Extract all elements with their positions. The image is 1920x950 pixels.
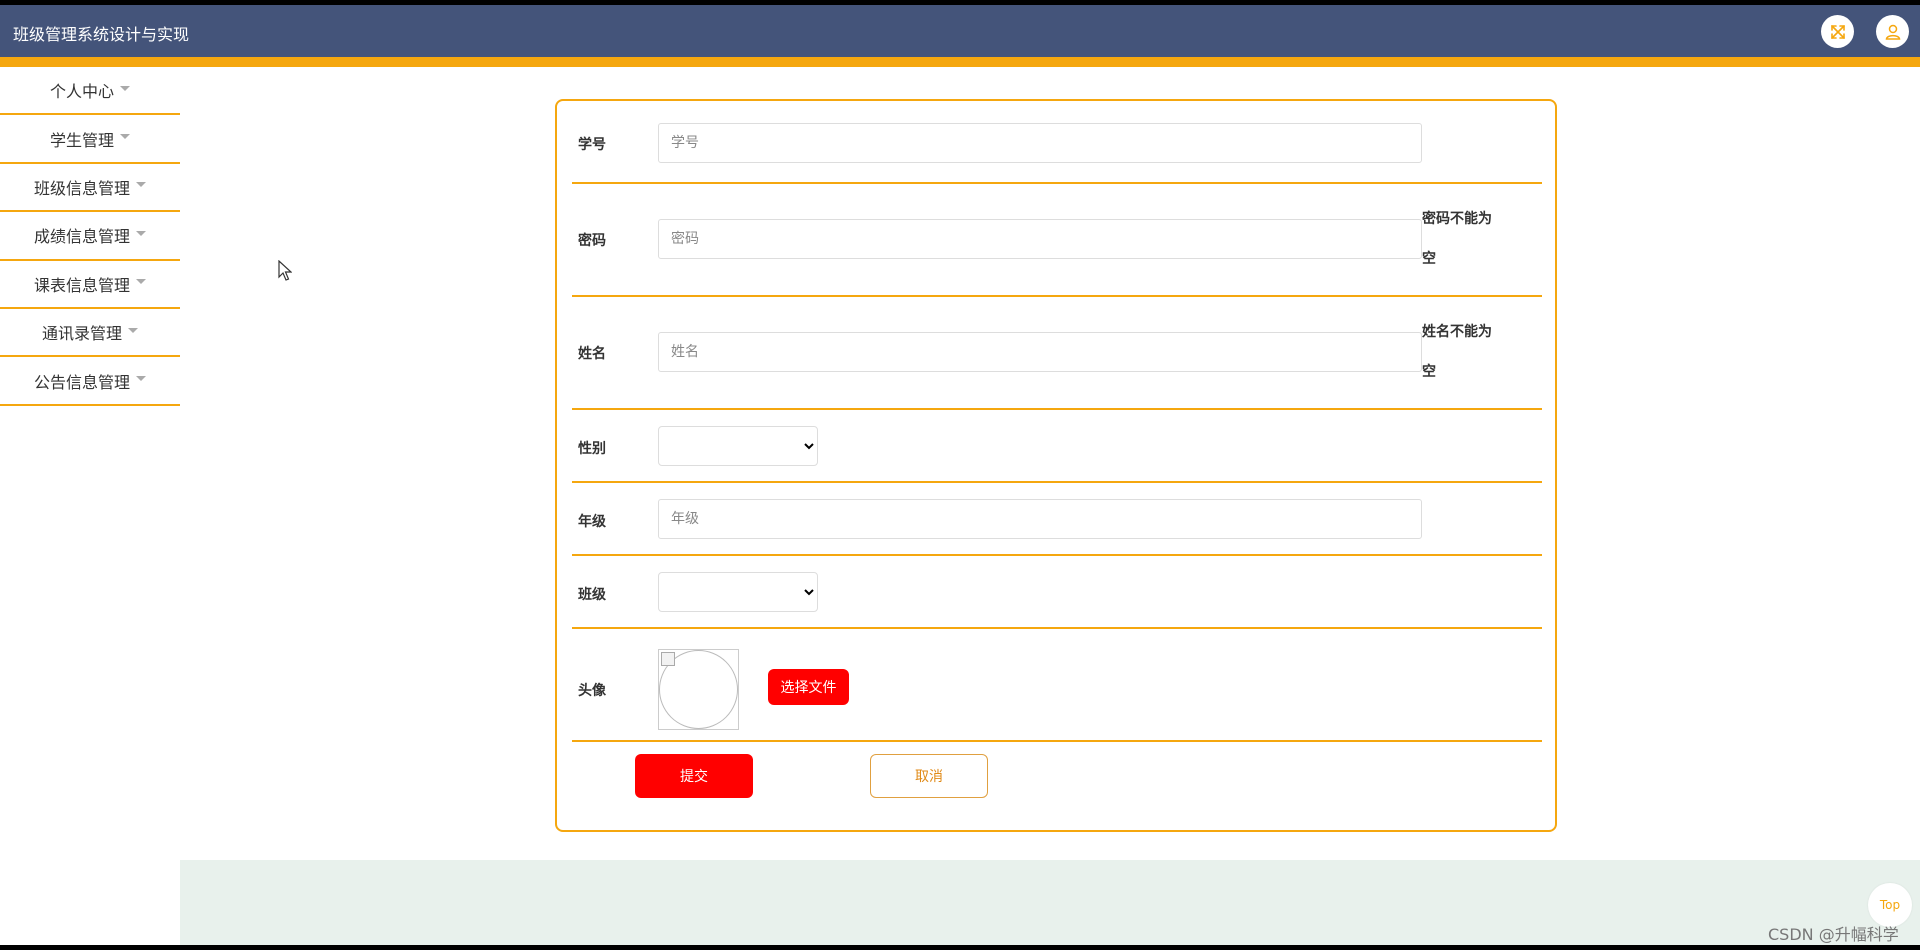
- password-error-text: 密码不能为空: [1422, 211, 1492, 267]
- broken-image-icon: [661, 652, 675, 666]
- caret-down-icon: [136, 182, 146, 188]
- cancel-button[interactable]: 取消: [870, 754, 988, 798]
- mouse-cursor-icon: [278, 260, 292, 281]
- gender-select[interactable]: [658, 426, 818, 466]
- grade-input[interactable]: [658, 499, 1422, 539]
- app-window: 班级管理系统设计与实现 个人中心 学生管理 班级信息管理 成绩信息管理 课表信息…: [0, 5, 1920, 945]
- grade-label: 年级: [578, 514, 606, 530]
- form-row-student-id: 学号: [572, 101, 1542, 184]
- sidebar-item-label: 成绩信息管理: [33, 227, 130, 247]
- caret-down-icon: [136, 279, 146, 285]
- name-input[interactable]: [658, 332, 1422, 372]
- user-icon: [1885, 24, 1900, 40]
- header-accent-stripe: [0, 57, 1920, 67]
- caret-down-icon: [120, 85, 130, 91]
- class-label: 班级: [578, 587, 606, 603]
- caret-down-icon: [136, 376, 146, 382]
- form-row-grade: 年级: [572, 483, 1542, 556]
- sidebar-item-label: 学生管理: [49, 130, 114, 150]
- student-form: 学号 密码 密码不能为空 姓名 姓名不能为空 性别 年级 班级: [555, 99, 1557, 832]
- student-id-label: 学号: [578, 137, 606, 153]
- app-title: 班级管理系统设计与实现: [13, 25, 190, 44]
- name-error-text: 姓名不能为空: [1422, 324, 1492, 380]
- student-id-input[interactable]: [658, 123, 1422, 163]
- sidebar-item-label: 通讯录管理: [41, 324, 122, 344]
- sidebar-item-contacts[interactable]: 通讯录管理: [0, 309, 180, 358]
- name-label: 姓名: [578, 346, 606, 362]
- fullscreen-button[interactable]: [1821, 15, 1854, 48]
- gender-label: 性别: [578, 441, 606, 457]
- top-header: 班级管理系统设计与实现: [0, 5, 1920, 57]
- sidebar-item-label: 个人中心: [49, 82, 114, 102]
- screen-frame: 班级管理系统设计与实现 个人中心 学生管理 班级信息管理 成绩信息管理 课表信息…: [0, 0, 1920, 950]
- class-select[interactable]: [658, 572, 818, 612]
- form-row-password: 密码 密码不能为空: [572, 184, 1542, 297]
- sidebar-item-label: 课表信息管理: [33, 275, 130, 295]
- sidebar-item-label: 班级信息管理: [33, 178, 130, 198]
- avatar-label: 头像: [578, 683, 606, 699]
- sidebar-item-personal-center[interactable]: 个人中心: [0, 67, 180, 116]
- avatar-preview: [658, 649, 739, 730]
- sidebar-item-class-info[interactable]: 班级信息管理: [0, 164, 180, 213]
- submit-button[interactable]: 提交: [635, 754, 753, 798]
- sidebar-item-student-management[interactable]: 学生管理: [0, 115, 180, 164]
- caret-down-icon: [136, 230, 146, 236]
- sidebar-menu: 个人中心 学生管理 班级信息管理 成绩信息管理 课表信息管理 通讯录管理 公告信…: [0, 67, 180, 406]
- sidebar-item-score-info[interactable]: 成绩信息管理: [0, 212, 180, 261]
- sidebar-item-timetable-info[interactable]: 课表信息管理: [0, 261, 180, 309]
- caret-down-icon: [128, 327, 138, 333]
- form-row-class: 班级: [572, 556, 1542, 629]
- form-row-name: 姓名 姓名不能为空: [572, 297, 1542, 410]
- sidebar-item-label: 公告信息管理: [33, 372, 130, 392]
- form-row-avatar: 头像 选择文件: [572, 629, 1542, 742]
- sidebar-item-announcements[interactable]: 公告信息管理: [0, 357, 180, 406]
- password-label: 密码: [578, 233, 606, 249]
- password-input[interactable]: [658, 219, 1422, 259]
- user-menu-button[interactable]: [1876, 15, 1909, 48]
- expand-arrows-icon: [1830, 24, 1845, 39]
- watermark-text: CSDN @升幅科学: [1768, 925, 1899, 944]
- footer-band: [180, 860, 1920, 945]
- caret-down-icon: [120, 134, 130, 140]
- form-row-gender: 性别: [572, 410, 1542, 483]
- choose-file-button[interactable]: 选择文件: [768, 669, 849, 705]
